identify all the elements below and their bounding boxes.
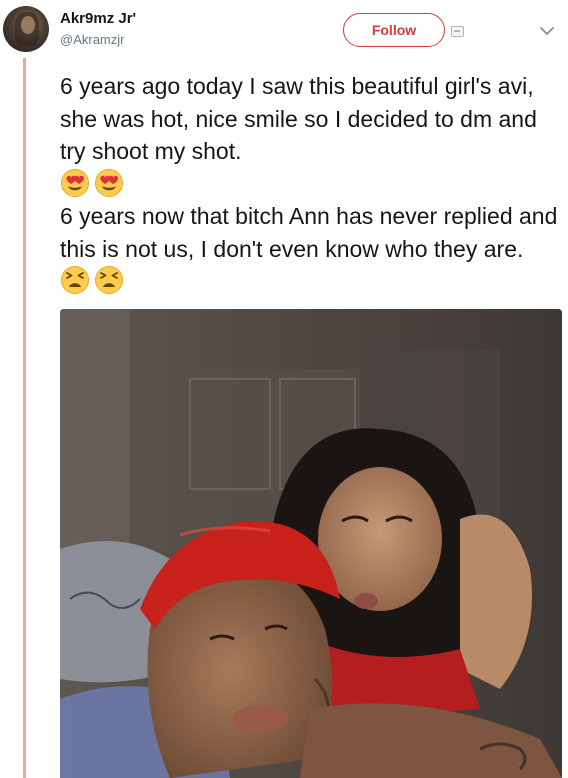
tired-face-emoji-icon	[61, 266, 89, 294]
chevron-down-icon[interactable]	[538, 24, 556, 38]
follow-badge-icon	[451, 26, 464, 37]
tweet-text: 6 years ago today I saw this beautiful g…	[60, 70, 560, 298]
user-handle[interactable]: @Akramzjr	[60, 32, 124, 47]
tweet-photo[interactable]	[60, 309, 562, 778]
tweet-paragraph-2: 6 years now that bitch Ann has never rep…	[60, 203, 558, 262]
heart-eyes-emoji-icon	[95, 168, 123, 197]
photo-illustration	[60, 309, 562, 778]
avatar[interactable]	[3, 6, 49, 52]
avatar-face	[21, 16, 35, 34]
follow-button[interactable]: Follow	[343, 13, 445, 47]
tired-face-emoji-icon	[95, 266, 123, 294]
thread-line	[23, 58, 26, 778]
tweet-paragraph-1: 6 years ago today I saw this beautiful g…	[60, 73, 537, 164]
display-name[interactable]: Akr9mz Jr'	[60, 10, 136, 27]
heart-eyes-emoji-icon	[61, 168, 89, 197]
